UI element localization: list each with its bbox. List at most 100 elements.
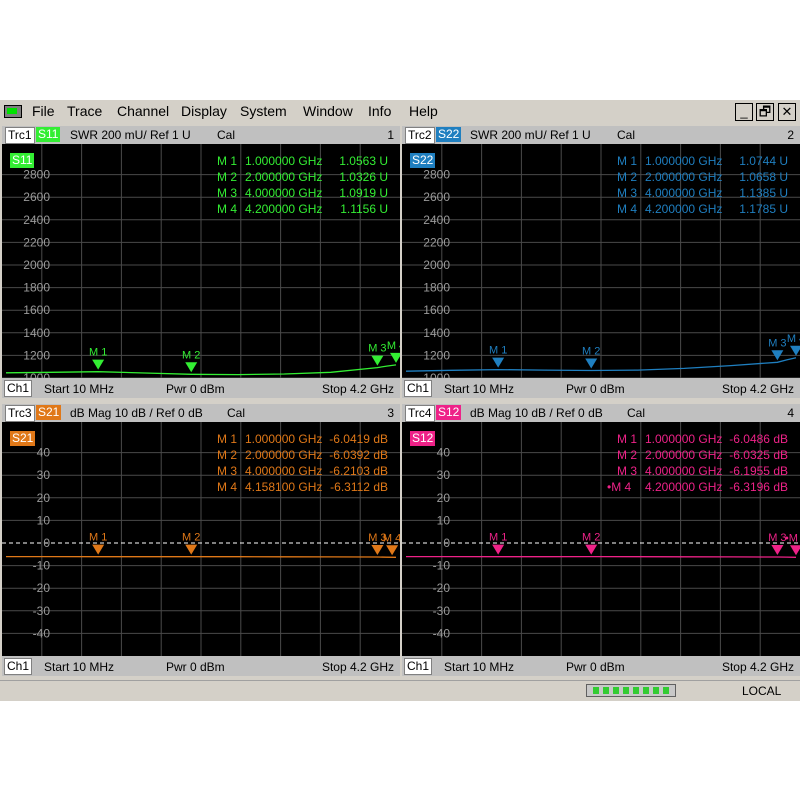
- format-scale: dB Mag 10 dB / Ref 0 dB: [70, 406, 203, 420]
- channel-footer: Ch1 Start 10 MHz Pwr 0 dBm Stop 4.2 GHz: [402, 656, 800, 676]
- marker-triangle-2[interactable]: [185, 362, 198, 373]
- s-parameter-label[interactable]: S21: [36, 405, 62, 420]
- calibration-status: Cal: [627, 406, 646, 420]
- minimize-button[interactable]: _: [735, 103, 753, 121]
- diagram-panel-3[interactable]: Trc3 S21 dB Mag 10 dB / Ref 0 dB Cal 3 40 30 20…: [2, 404, 400, 676]
- menu-system[interactable]: System: [240, 103, 287, 119]
- y-tick-label: 1800: [23, 281, 50, 295]
- s-parameter-label[interactable]: S12: [436, 405, 462, 420]
- y-tick-label: 40: [37, 446, 51, 460]
- source-power[interactable]: Pwr 0 dBm: [566, 660, 625, 674]
- marker-triangle-4[interactable]: [790, 545, 800, 556]
- marker-value: -6.0392 dB: [329, 448, 388, 462]
- marker-info-label: M 3: [217, 186, 238, 200]
- s-parameter-label[interactable]: S11: [36, 127, 61, 142]
- marker-value: -6.0325 dB: [729, 448, 788, 462]
- s-parameter-label[interactable]: S22: [436, 127, 462, 142]
- marker-value: -6.2103 dB: [329, 464, 388, 478]
- marker-frequency: 1.000000 GHz: [645, 432, 723, 446]
- close-button[interactable]: ✕: [778, 103, 796, 121]
- channel-label[interactable]: Ch1: [404, 380, 433, 397]
- trace-tag[interactable]: S11: [10, 153, 35, 168]
- y-tick-label: -30: [33, 604, 51, 618]
- analyzer-app-icon[interactable]: [4, 105, 22, 118]
- diagram-panel-1[interactable]: Trc1 S11 SWR 200 mU/ Ref 1 U Cal 1 2800 2600 24…: [2, 126, 400, 398]
- trace-tag[interactable]: S21: [10, 431, 36, 446]
- marker-triangle-1[interactable]: [492, 544, 505, 555]
- progress-led: [593, 687, 599, 694]
- trace-label[interactable]: Trc3: [5, 405, 35, 422]
- restore-button[interactable]: 🗗: [756, 103, 774, 121]
- start-frequency[interactable]: Start 10 MHz: [444, 660, 514, 674]
- y-tick-label: -10: [33, 559, 51, 573]
- marker-label: M 2: [582, 532, 600, 544]
- marker-value: 1.0326 U: [339, 170, 388, 184]
- channel-footer: Ch1 Start 10 MHz Pwr 0 dBm Stop 4.2 GHz: [2, 656, 400, 676]
- marker-value: 1.1156 U: [340, 202, 388, 216]
- marker-triangle-3[interactable]: [771, 545, 784, 556]
- marker-triangle-1[interactable]: [92, 544, 105, 555]
- trace-label[interactable]: Trc4: [405, 405, 435, 422]
- marker-triangle-4[interactable]: [790, 345, 800, 356]
- marker-value: 1.0658 U: [739, 170, 788, 184]
- stop-frequency[interactable]: Stop 4.2 GHz: [322, 382, 394, 396]
- start-frequency[interactable]: Start 10 MHz: [444, 382, 514, 396]
- marker-triangle-1[interactable]: [492, 357, 505, 368]
- progress-led: [643, 687, 649, 694]
- marker-label: M 4: [387, 340, 400, 352]
- menu-trace[interactable]: Trace: [67, 103, 102, 119]
- channel-label[interactable]: Ch1: [4, 380, 33, 397]
- stop-frequency[interactable]: Stop 4.2 GHz: [722, 660, 794, 674]
- marker-triangle-3[interactable]: [371, 545, 384, 556]
- format-scale: dB Mag 10 dB / Ref 0 dB: [470, 406, 603, 420]
- y-tick-label: 1000: [423, 371, 450, 378]
- start-frequency[interactable]: Start 10 MHz: [44, 660, 114, 674]
- trace-tag[interactable]: S22: [410, 153, 436, 168]
- marker-value: -6.1955 dB: [729, 464, 788, 478]
- source-power[interactable]: Pwr 0 dBm: [166, 382, 225, 396]
- y-tick-label: 2800: [423, 168, 450, 182]
- menu-display[interactable]: Display: [181, 103, 227, 119]
- y-tick-label: -20: [33, 581, 51, 595]
- source-power[interactable]: Pwr 0 dBm: [166, 660, 225, 674]
- marker-triangle-4[interactable]: [386, 545, 399, 556]
- marker-frequency: 4.200000 GHz: [245, 202, 323, 216]
- diagram-panel-4[interactable]: Trc4 S12 dB Mag 10 dB / Ref 0 dB Cal 4 40 30 20…: [402, 404, 800, 676]
- y-tick-label: 1400: [423, 326, 450, 340]
- stop-frequency[interactable]: Stop 4.2 GHz: [322, 660, 394, 674]
- marker-triangle-2[interactable]: [185, 544, 198, 555]
- y-tick-label: 2800: [23, 168, 50, 182]
- start-frequency[interactable]: Start 10 MHz: [44, 382, 114, 396]
- trace-header: Trc1 S11 SWR 200 mU/ Ref 1 U Cal 1: [2, 126, 400, 144]
- stop-frequency[interactable]: Stop 4.2 GHz: [722, 382, 794, 396]
- diagram-panel-2[interactable]: Trc2 S22 SWR 200 mU/ Ref 1 U Cal 2 2800 2600 24…: [402, 126, 800, 398]
- menu-file[interactable]: File: [32, 103, 55, 119]
- measurement-trace: [406, 555, 797, 558]
- trace-label[interactable]: Trc1: [5, 127, 35, 144]
- marker-value: -6.3196 dB: [729, 480, 788, 494]
- y-tick-label: 2200: [23, 235, 50, 249]
- trace-label[interactable]: Trc2: [405, 127, 435, 144]
- marker-triangle-4[interactable]: [390, 352, 400, 363]
- progress-led: [603, 687, 609, 694]
- menu-channel[interactable]: Channel: [117, 103, 169, 119]
- marker-label: M 1: [489, 345, 507, 357]
- marker-frequency: 2.000000 GHz: [645, 170, 723, 184]
- marker-frequency: 4.000000 GHz: [645, 186, 723, 200]
- vna-application-window: File Trace Channel Display System Window…: [0, 100, 800, 701]
- menu-window[interactable]: Window: [303, 103, 353, 119]
- marker-triangle-2[interactable]: [585, 544, 598, 555]
- marker-triangle-3[interactable]: [371, 355, 384, 366]
- channel-label[interactable]: Ch1: [4, 658, 33, 675]
- y-tick-label: 0: [43, 536, 50, 550]
- marker-info-label: M 1: [217, 154, 238, 168]
- y-tick-label: -10: [433, 559, 451, 573]
- menu-help[interactable]: Help: [409, 103, 438, 119]
- trace-tag[interactable]: S12: [410, 431, 436, 446]
- menu-info[interactable]: Info: [368, 103, 391, 119]
- marker-info-label: M 4: [217, 480, 238, 494]
- source-power[interactable]: Pwr 0 dBm: [566, 382, 625, 396]
- marker-triangle-1[interactable]: [92, 359, 105, 370]
- channel-label[interactable]: Ch1: [404, 658, 433, 675]
- marker-triangle-2[interactable]: [585, 358, 598, 369]
